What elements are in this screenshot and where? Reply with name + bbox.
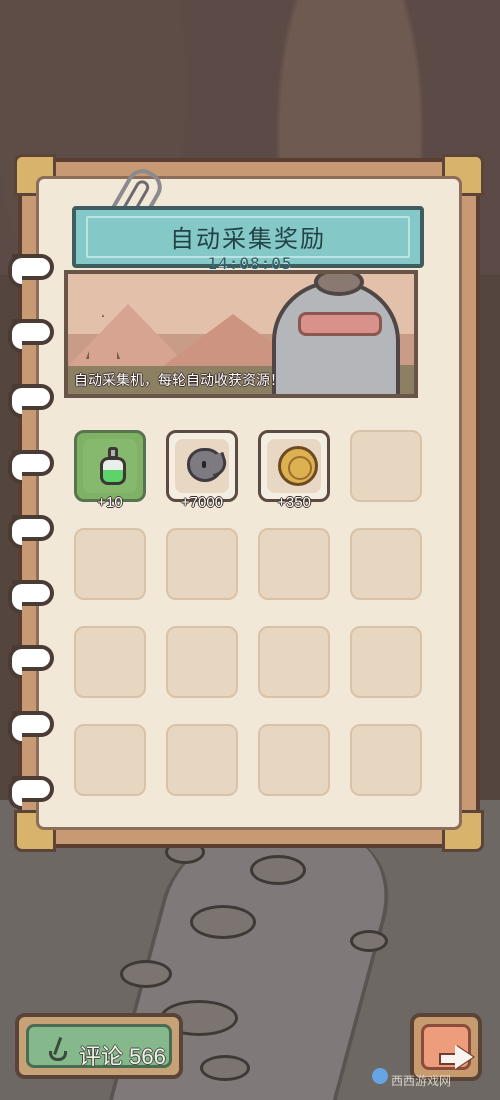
slime-eye	[210, 461, 214, 468]
empty-reward-slot	[350, 724, 422, 796]
binder-ring	[8, 711, 54, 745]
stone-decoration	[350, 930, 388, 952]
reward-slot-coin[interactable]: +350	[258, 430, 330, 511]
comment-button-face: 评论 566	[26, 1024, 172, 1071]
binder-ring	[8, 645, 54, 679]
potion-body	[100, 457, 126, 485]
coin-icon	[278, 446, 318, 486]
comment-label-group: 评论 566	[79, 1039, 166, 1071]
binder-ring	[8, 254, 54, 288]
comment-button[interactable]: 评论 566	[15, 1013, 183, 1079]
slime-eye	[202, 461, 206, 468]
empty-reward-slot	[350, 528, 422, 600]
empty-reward-slot	[166, 528, 238, 600]
stone-decoration	[190, 905, 256, 939]
arrow-right-icon	[439, 1045, 473, 1069]
potion-icon	[96, 447, 130, 489]
quill-icon	[46, 1037, 70, 1066]
empty-reward-slot	[74, 724, 146, 796]
empty-reward-slot	[74, 626, 146, 698]
panel-description: 自动采集机，每轮自动收获资源！	[74, 372, 284, 388]
binder-ring	[8, 450, 54, 484]
panel-title: 自动采集奖励	[170, 226, 326, 253]
reward-count: +7000	[180, 494, 224, 511]
stone-decoration	[200, 1055, 250, 1081]
binder-ring	[8, 515, 54, 549]
comment-label: 评论	[79, 1044, 124, 1069]
stone-decoration	[250, 855, 306, 885]
comment-count: 566	[129, 1044, 166, 1069]
binder-ring	[8, 776, 54, 810]
empty-reward-slot	[74, 528, 146, 600]
reward-count: +350	[277, 494, 311, 511]
empty-reward-slot	[350, 430, 422, 502]
mountain-shape	[68, 304, 188, 366]
binder-ring	[8, 319, 54, 353]
empty-reward-slot	[350, 626, 422, 698]
empty-reward-slot	[258, 626, 330, 698]
share-button[interactable]	[410, 1013, 482, 1081]
reward-count: +10	[97, 494, 123, 511]
empty-reward-slot	[166, 724, 238, 796]
slime-icon	[187, 448, 223, 482]
ink-pot	[49, 1051, 67, 1061]
share-button-face	[421, 1024, 473, 1070]
watermark-text: 西西游戏网	[391, 1074, 452, 1088]
reward-slot-potion[interactable]: +10	[74, 430, 146, 511]
collector-machine-icon	[272, 274, 400, 394]
empty-reward-slot	[258, 724, 330, 796]
watermark-logo-icon	[372, 1068, 388, 1084]
binder-ring	[8, 384, 54, 418]
arrow-head	[455, 1045, 473, 1069]
binder-ring	[8, 580, 54, 614]
empty-reward-slot	[258, 528, 330, 600]
stone-decoration	[120, 960, 172, 988]
empty-reward-slot	[166, 626, 238, 698]
reward-slot-slime[interactable]: +7000	[166, 430, 238, 511]
reward-grid: +10 +7000 +350	[74, 430, 430, 806]
